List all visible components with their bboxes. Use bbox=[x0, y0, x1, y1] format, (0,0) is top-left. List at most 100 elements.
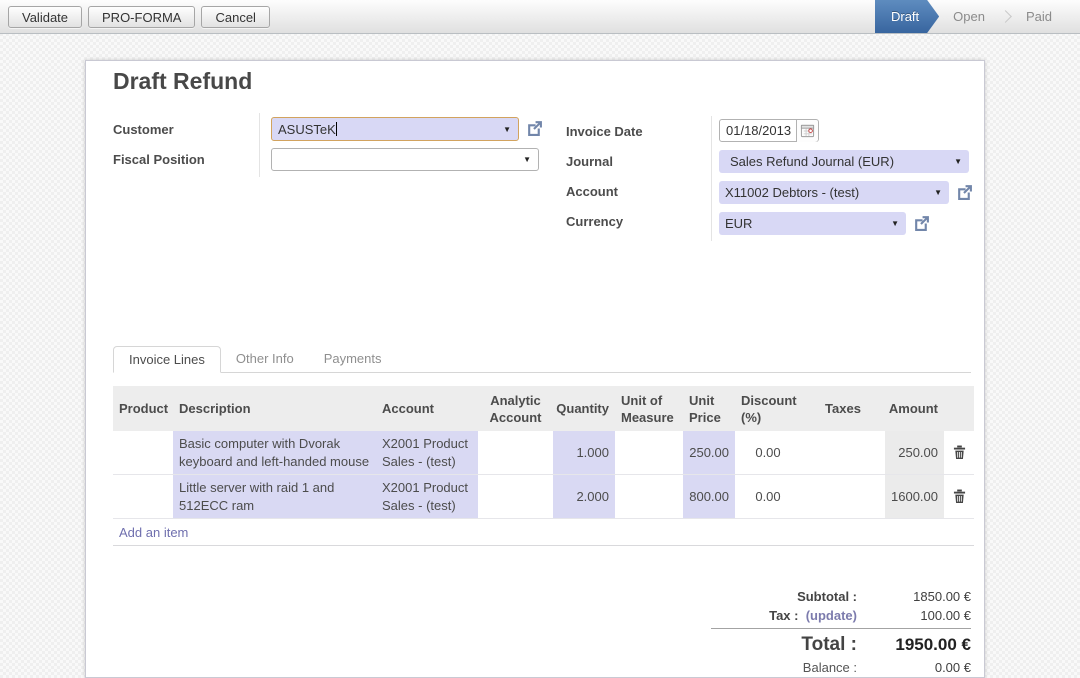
journal-select[interactable]: Sales Refund Journal (EUR) ▼ bbox=[719, 150, 969, 173]
cell-unit-price[interactable]: 800.00 bbox=[683, 475, 735, 518]
notebook-tabs: Invoice Lines Other Info Payments bbox=[113, 346, 971, 373]
chevron-right-icon bbox=[999, 10, 1012, 23]
cell-quantity[interactable]: 1.000 bbox=[553, 431, 615, 474]
customer-label: Customer bbox=[113, 122, 174, 137]
subtotal-label: Subtotal : bbox=[711, 589, 879, 604]
toolbar-buttons: Validate PRO-FORMA Cancel bbox=[0, 6, 270, 28]
invoice-date-value: 01/18/2013 bbox=[720, 123, 796, 138]
cell-description[interactable]: Basic computer with Dvorak keyboard and … bbox=[173, 431, 376, 474]
dropdown-arrow-icon[interactable]: ▼ bbox=[954, 157, 969, 166]
status-step-paid[interactable]: Paid bbox=[1012, 9, 1066, 24]
table-header-row: Product Description Account Analytic Acc… bbox=[113, 386, 974, 431]
invoice-sheet: Draft Refund Customer ASUSTeK ▼ Fiscal P… bbox=[85, 60, 985, 678]
cell-quantity[interactable]: 2.000 bbox=[553, 475, 615, 518]
cell-unit-of-measure[interactable] bbox=[615, 431, 683, 474]
col-header-account: Account bbox=[376, 386, 478, 431]
subtotal-value: 1850.00 € bbox=[879, 589, 971, 604]
total-value: 1950.00 € bbox=[879, 635, 971, 655]
total-label: Total : bbox=[711, 634, 879, 656]
balance-label: Balance : bbox=[711, 660, 879, 675]
form-divider-left bbox=[259, 113, 260, 177]
status-step-open[interactable]: Open bbox=[939, 9, 999, 24]
cell-unit-of-measure[interactable] bbox=[615, 475, 683, 518]
fiscal-position-label: Fiscal Position bbox=[113, 152, 205, 167]
dropdown-arrow-icon[interactable]: ▼ bbox=[891, 219, 906, 228]
col-header-unit-of-measure: Unit of Measure bbox=[615, 386, 683, 431]
open-record-icon[interactable] bbox=[526, 120, 543, 137]
open-record-icon[interactable] bbox=[956, 184, 973, 201]
proforma-button[interactable]: PRO-FORMA bbox=[88, 6, 195, 28]
customer-value: ASUSTeK bbox=[278, 122, 336, 137]
add-item-row: Add an item bbox=[113, 519, 974, 546]
delete-line-icon[interactable] bbox=[950, 445, 968, 460]
journal-value: Sales Refund Journal (EUR) bbox=[719, 154, 954, 169]
total-row: Total : 1950.00 € bbox=[711, 632, 971, 658]
cell-discount[interactable]: 0.00 bbox=[735, 475, 801, 518]
tax-label: Tax : bbox=[769, 608, 798, 623]
cell-account[interactable]: X2001 Product Sales - (test) bbox=[376, 431, 478, 474]
table-row[interactable]: Little server with raid 1 and 512ECC ram… bbox=[113, 475, 974, 519]
customer-select[interactable]: ASUSTeK ▼ bbox=[271, 117, 519, 141]
tax-update-link[interactable]: (update) bbox=[806, 608, 857, 623]
cell-discount[interactable]: 0.00 bbox=[735, 431, 801, 474]
table-row[interactable]: Basic computer with Dvorak keyboard and … bbox=[113, 431, 974, 475]
col-header-quantity: Quantity bbox=[553, 386, 615, 431]
tab-payments[interactable]: Payments bbox=[309, 346, 397, 373]
currency-value: EUR bbox=[719, 216, 891, 231]
tab-other-info[interactable]: Other Info bbox=[221, 346, 309, 373]
open-record-icon[interactable] bbox=[913, 215, 930, 232]
dropdown-arrow-icon[interactable]: ▼ bbox=[934, 188, 949, 197]
dropdown-arrow-icon[interactable]: ▼ bbox=[523, 155, 538, 164]
statusbar: Draft Open Paid bbox=[875, 0, 1080, 33]
totals-block: Subtotal : 1850.00 € Tax : (update) 100.… bbox=[711, 587, 971, 677]
col-header-description: Description bbox=[173, 386, 376, 431]
col-header-action bbox=[944, 386, 974, 431]
cell-analytic-account[interactable] bbox=[478, 475, 553, 518]
col-header-discount: Discount (%) bbox=[735, 386, 801, 431]
tax-value: 100.00 € bbox=[879, 608, 971, 623]
currency-select[interactable]: EUR ▼ bbox=[719, 212, 906, 235]
text-cursor bbox=[336, 122, 337, 136]
journal-label: Journal bbox=[566, 154, 613, 169]
page-title: Draft Refund bbox=[113, 68, 252, 95]
invoice-lines-table: Product Description Account Analytic Acc… bbox=[113, 386, 974, 546]
balance-value: 0.00 € bbox=[879, 660, 971, 675]
cell-account[interactable]: X2001 Product Sales - (test) bbox=[376, 475, 478, 518]
balance-row: Balance : 0.00 € bbox=[711, 658, 971, 677]
col-header-product: Product bbox=[113, 386, 173, 431]
dropdown-arrow-icon[interactable]: ▼ bbox=[503, 125, 518, 134]
tab-invoice-lines[interactable]: Invoice Lines bbox=[113, 346, 221, 373]
account-label: Account bbox=[566, 184, 618, 199]
cell-amount: 250.00 bbox=[885, 431, 944, 474]
col-header-analytic-account: Analytic Account bbox=[478, 386, 553, 431]
delete-line-icon[interactable] bbox=[950, 489, 968, 504]
cell-taxes[interactable] bbox=[801, 431, 885, 474]
cell-amount: 1600.00 bbox=[885, 475, 944, 518]
cell-description[interactable]: Little server with raid 1 and 512ECC ram bbox=[173, 475, 376, 518]
account-value: X11002 Debtors - (test) bbox=[719, 185, 934, 200]
invoice-date-input[interactable]: 01/18/2013 bbox=[719, 119, 819, 142]
cell-taxes[interactable] bbox=[801, 475, 885, 518]
subtotal-row: Subtotal : 1850.00 € bbox=[711, 587, 971, 606]
status-step-draft[interactable]: Draft bbox=[875, 0, 939, 33]
totals-divider bbox=[711, 628, 971, 629]
calendar-button[interactable] bbox=[796, 120, 818, 142]
cell-unit-price[interactable]: 250.00 bbox=[683, 431, 735, 474]
calendar-icon bbox=[800, 123, 815, 138]
cell-product[interactable] bbox=[113, 475, 173, 518]
fiscal-position-select[interactable]: ▼ bbox=[271, 148, 539, 171]
form-divider-right bbox=[711, 116, 712, 241]
col-header-unit-price: Unit Price bbox=[683, 386, 735, 431]
col-header-taxes: Taxes bbox=[801, 386, 885, 431]
invoice-date-label: Invoice Date bbox=[566, 124, 643, 139]
cell-analytic-account[interactable] bbox=[478, 431, 553, 474]
currency-label: Currency bbox=[566, 214, 623, 229]
validate-button[interactable]: Validate bbox=[8, 6, 82, 28]
cell-product[interactable] bbox=[113, 431, 173, 474]
account-select[interactable]: X11002 Debtors - (test) ▼ bbox=[719, 181, 949, 204]
col-header-amount: Amount bbox=[885, 386, 944, 431]
add-an-item-link[interactable]: Add an item bbox=[113, 525, 188, 540]
cancel-button[interactable]: Cancel bbox=[201, 6, 269, 28]
toolbar: Validate PRO-FORMA Cancel Draft Open Pai… bbox=[0, 0, 1080, 34]
tax-row: Tax : (update) 100.00 € bbox=[711, 606, 971, 625]
